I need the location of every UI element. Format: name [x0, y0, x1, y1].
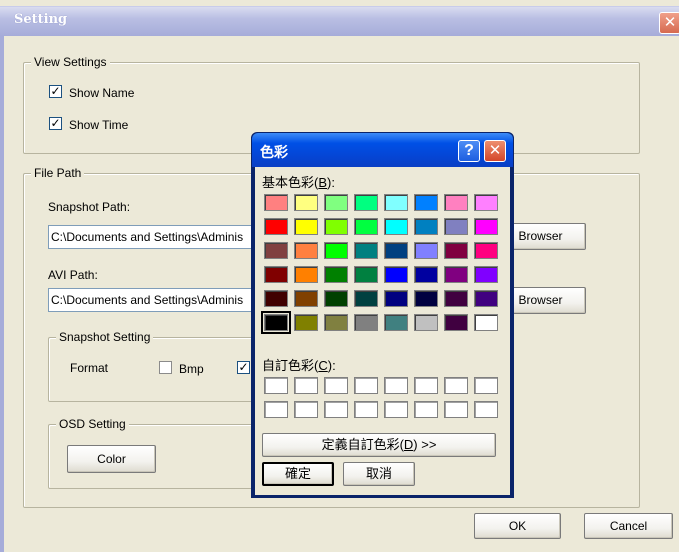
- avi-path-label: AVI Path:: [48, 268, 98, 282]
- define-custom-colors-button[interactable]: 定義自訂色彩(D) >>: [262, 433, 496, 457]
- custom-color-swatch[interactable]: [384, 401, 408, 418]
- custom-color-swatch[interactable]: [264, 401, 288, 418]
- bmp-label[interactable]: Bmp: [179, 362, 204, 376]
- custom-color-swatch[interactable]: [354, 377, 378, 394]
- snapshot-setting-label: Snapshot Setting: [56, 330, 154, 344]
- snapshot-path-field[interactable]: C:\Documents and Settings\Adminis: [48, 225, 253, 249]
- show-name-label[interactable]: Show Name: [69, 86, 134, 100]
- cancel-button[interactable]: Cancel: [584, 513, 673, 539]
- avi-path-field[interactable]: C:\Documents and Settings\Adminis: [48, 288, 253, 312]
- window-close-button[interactable]: ✕: [659, 12, 679, 34]
- show-time-checkbox[interactable]: ✓: [49, 117, 62, 130]
- custom-color-swatch[interactable]: [384, 377, 408, 394]
- color-dialog-close-button[interactable]: ✕: [484, 140, 506, 162]
- custom-color-swatch[interactable]: [444, 401, 468, 418]
- ok-button[interactable]: OK: [474, 513, 561, 539]
- close-icon: ✕: [488, 142, 502, 159]
- format-label: Format: [70, 361, 109, 375]
- help-icon: ?: [464, 142, 474, 159]
- osd-setting-label: OSD Setting: [56, 417, 129, 431]
- bmp-checkbox[interactable]: [159, 361, 172, 374]
- custom-color-swatch[interactable]: [264, 377, 288, 394]
- custom-color-swatch[interactable]: [294, 377, 318, 394]
- close-icon: ✕: [663, 14, 677, 31]
- custom-color-swatch[interactable]: [354, 401, 378, 418]
- window-title: Setting: [14, 12, 68, 27]
- custom-color-swatch[interactable]: [474, 377, 498, 394]
- show-name-checkbox[interactable]: ✓: [49, 85, 62, 98]
- help-button[interactable]: ?: [458, 140, 480, 162]
- color-dialog: 色彩 ? ✕ 基本色彩(B): 自訂色彩(C): 定義自訂色彩(D) >> 確定…: [251, 132, 514, 498]
- snapshot-path-label: Snapshot Path:: [48, 200, 131, 214]
- view-settings-label: View Settings: [31, 55, 110, 69]
- color-dialog-body: 基本色彩(B): 自訂色彩(C): 定義自訂色彩(D) >> 確定 取消: [255, 167, 510, 495]
- custom-color-swatch[interactable]: [474, 401, 498, 418]
- custom-color-swatch[interactable]: [324, 377, 348, 394]
- file-path-label: File Path: [31, 166, 85, 180]
- custom-color-swatch[interactable]: [414, 401, 438, 418]
- custom-colors-grid: [255, 167, 510, 467]
- color-dialog-title: 色彩: [260, 145, 288, 161]
- custom-color-swatch[interactable]: [444, 377, 468, 394]
- custom-color-swatch[interactable]: [414, 377, 438, 394]
- color-cancel-button[interactable]: 取消: [343, 462, 415, 486]
- color-button[interactable]: Color: [67, 445, 156, 473]
- window-title-bar[interactable]: [0, 6, 679, 36]
- custom-color-swatch[interactable]: [294, 401, 318, 418]
- jpg-checkbox[interactable]: ✓: [237, 361, 250, 374]
- color-ok-button[interactable]: 確定: [262, 462, 334, 486]
- custom-color-swatch[interactable]: [324, 401, 348, 418]
- show-time-label[interactable]: Show Time: [69, 118, 128, 132]
